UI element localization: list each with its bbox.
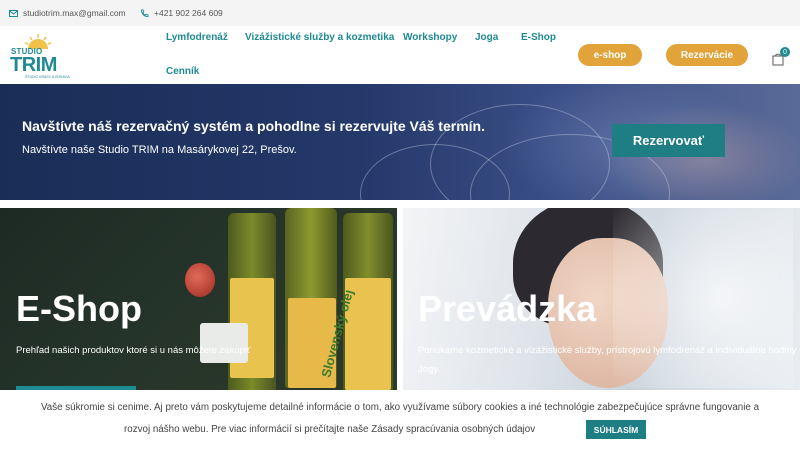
mail-icon — [9, 9, 18, 17]
contact-email-text: studiotrim.max@gmail.com — [23, 8, 126, 18]
reservation-banner: Navštívte náš rezervačný systém a pohodl… — [0, 84, 800, 200]
eshop-title: E-Shop — [16, 288, 142, 329]
nav-item-cennik[interactable]: Cenník — [166, 66, 199, 77]
logo-tagline: ŠTÚDIO KRÁSY A ZDRAVIA — [25, 75, 70, 79]
phone-icon — [141, 9, 149, 17]
nav-item-lymfodrenaz[interactable]: Lymfodrenáž — [166, 32, 228, 43]
studio-trim-logo[interactable]: STUDIO TRIM ŠTÚDIO KRÁSY A ZDRAVIA — [8, 34, 72, 79]
eshop-panel[interactable]: Slovenský olej E-Shop Prehľad našich pro… — [0, 208, 397, 390]
site-header: STUDIO TRIM ŠTÚDIO KRÁSY A ZDRAVIA Lymfo… — [0, 26, 800, 84]
logo-trim-text: TRIM — [10, 54, 57, 76]
cart-button[interactable]: 0 — [771, 47, 791, 67]
contact-phone-text: +421 902 264 609 — [154, 8, 223, 18]
banner-subtitle: Navštívte naše Studio TRIM na Masárykove… — [22, 144, 297, 156]
eshop-description: Prehľad našich produktov ktoré si u nás … — [16, 345, 251, 356]
top-bar: studiotrim.max@gmail.com +421 902 264 60… — [0, 0, 800, 26]
eshop-button[interactable]: e-shop — [578, 44, 642, 66]
cookie-text-line-1: Vaše súkromie si cenime. Aj preto vám po… — [40, 402, 760, 413]
reservations-button[interactable]: Rezervácie — [666, 44, 748, 66]
cookie-text-line-2: rozvoj nášho webu. Pre viac informácií s… — [124, 424, 536, 435]
prevadzka-title: Prevádzka — [418, 288, 597, 329]
prevadzka-panel[interactable]: Prevádzka Ponúkame kozmetické a vizážist… — [403, 208, 800, 390]
contact-email[interactable]: studiotrim.max@gmail.com — [9, 8, 126, 18]
reserve-button[interactable]: Rezervovať — [612, 124, 725, 157]
nav-item-workshopy[interactable]: Workshopy — [403, 32, 457, 43]
banner-title: Navštívte náš rezervačný systém a pohodl… — [22, 118, 485, 134]
nav-item-vizazisticke-sluzby[interactable]: Vizážistické služby a kozmetika — [245, 32, 394, 43]
contact-phone[interactable]: +421 902 264 609 — [140, 8, 223, 18]
nav-item-joga[interactable]: Joga — [475, 32, 498, 43]
strawberry-image — [185, 263, 215, 297]
prevadzka-description: Ponúkame kozmetické a vizážistické služb… — [418, 345, 797, 375]
cookie-accept-button[interactable]: SÚHLASÍM — [586, 420, 646, 439]
cookie-consent-bar: Vaše súkromie si cenime. Aj preto vám po… — [0, 390, 800, 450]
nav-item-eshop[interactable]: E-Shop — [521, 32, 556, 43]
cart-count-badge: 0 — [780, 47, 790, 57]
